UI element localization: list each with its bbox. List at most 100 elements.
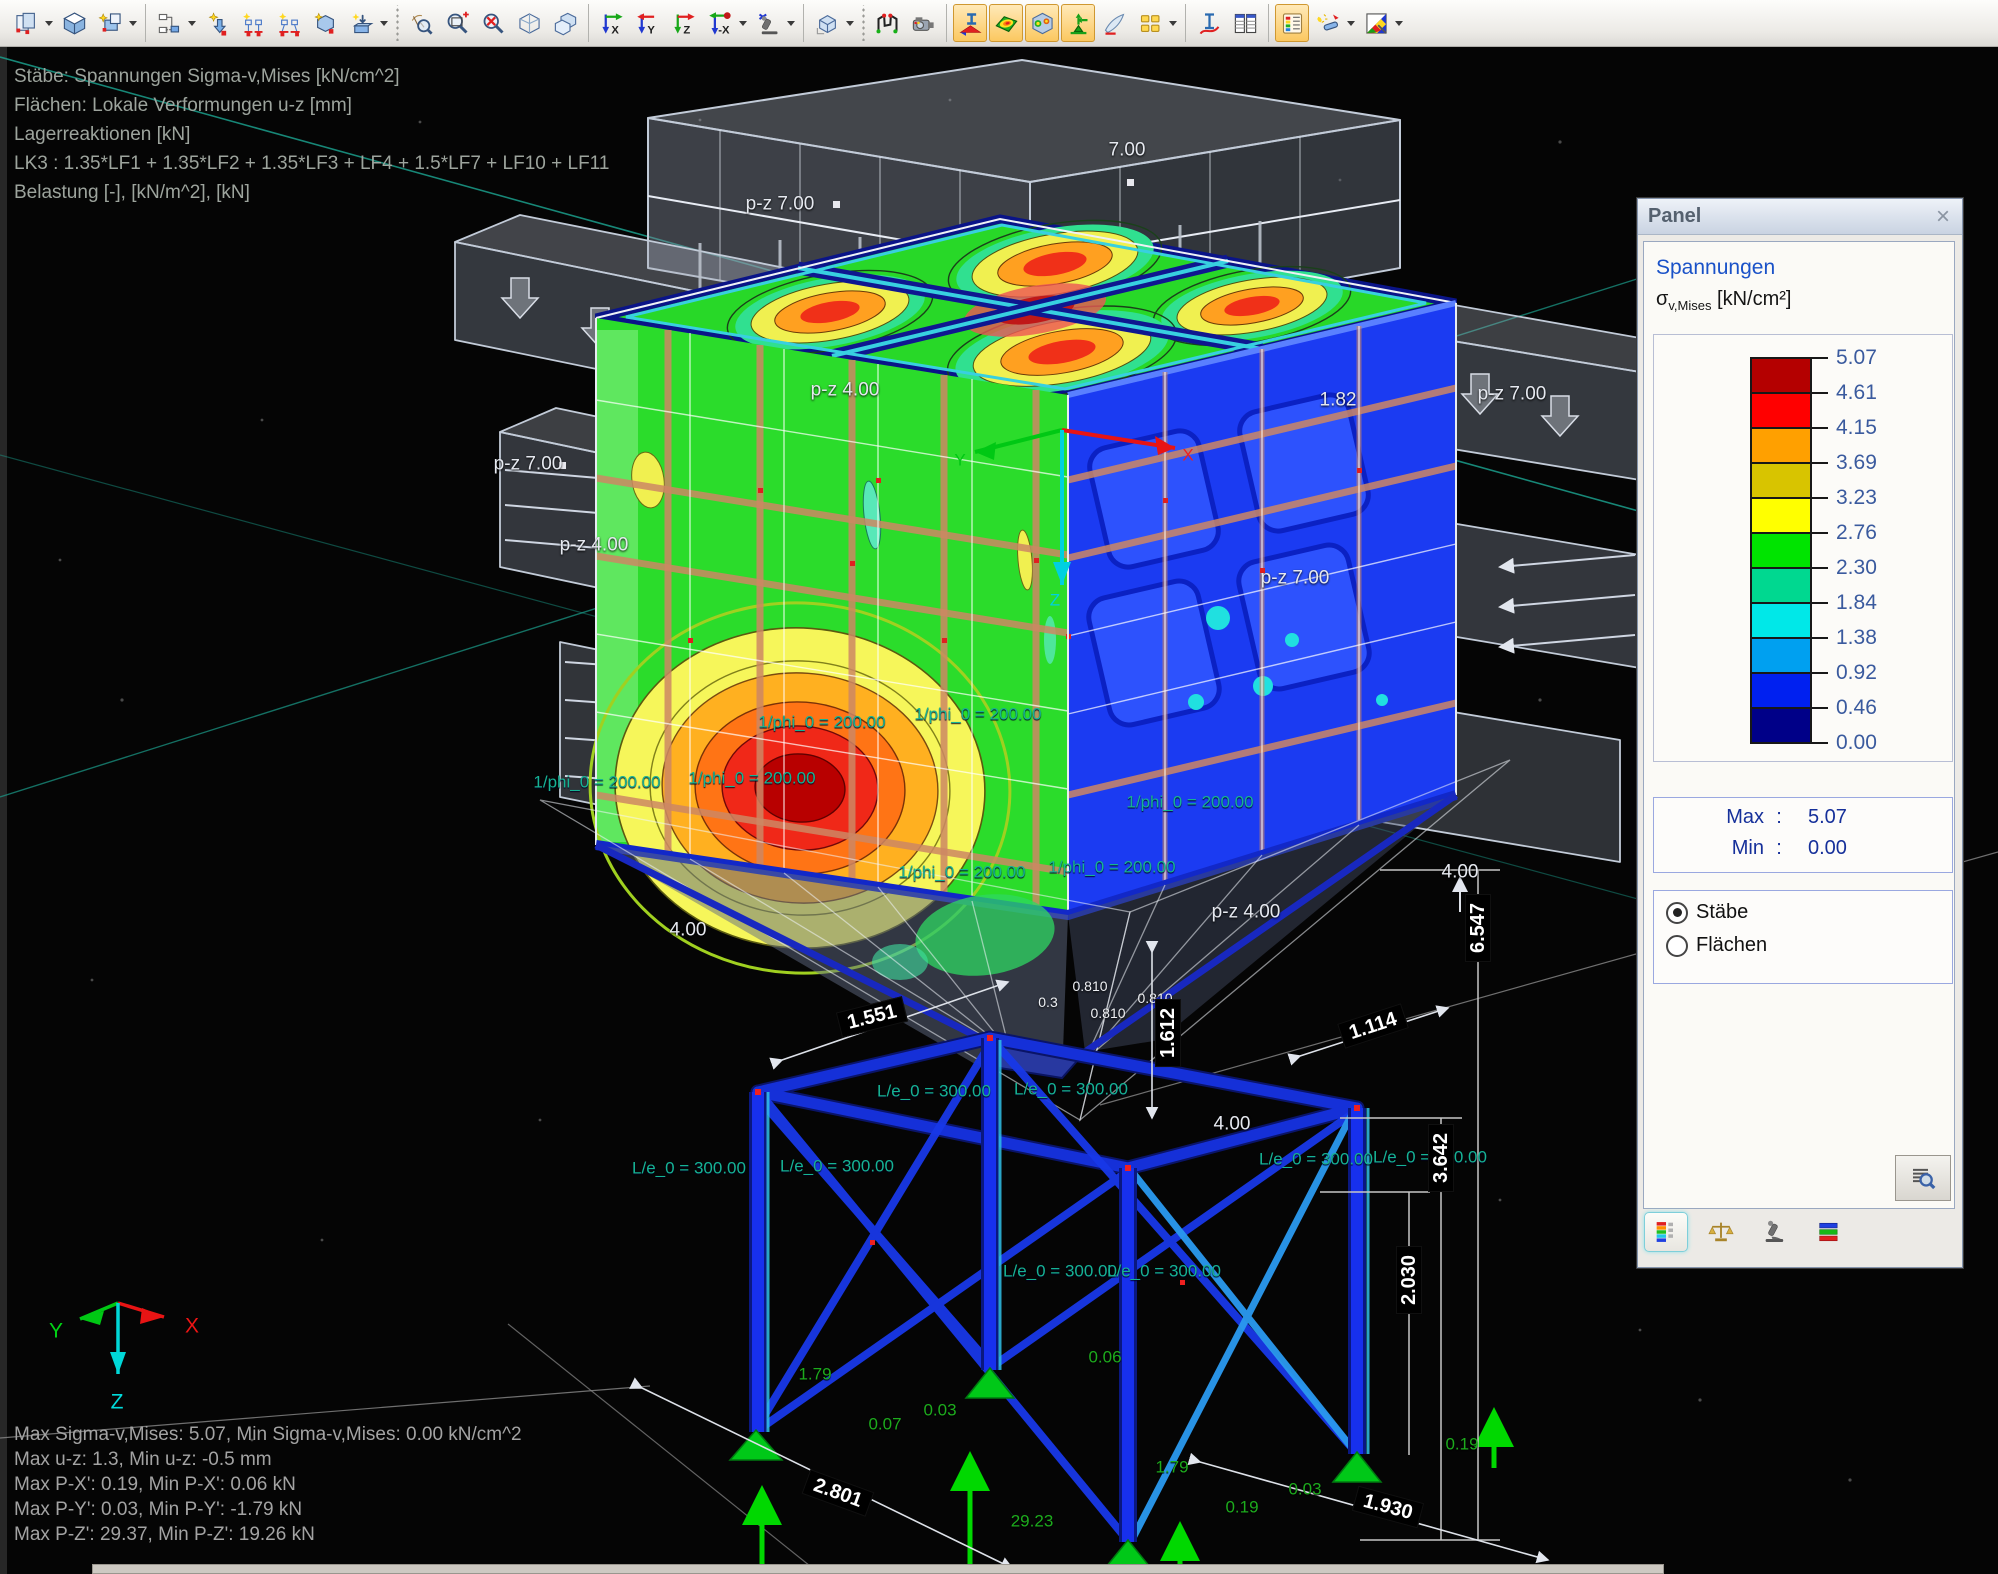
filter-tab[interactable] [1754, 1213, 1796, 1251]
view-minus-x-dropdown-arrow[interactable] [739, 21, 747, 26]
toolbar-drag-handle[interactable] [394, 5, 400, 41]
stress-diagram-icon [1196, 10, 1223, 37]
toolbar-separator [803, 4, 804, 42]
legend-color-cell [1752, 709, 1810, 742]
legend-tick-value: 3.23 [1836, 486, 1877, 510]
generate-loads-button[interactable] [200, 4, 234, 42]
generate-model-icon [312, 10, 339, 37]
control-panel-button[interactable] [1275, 4, 1309, 42]
toolbar-separator [145, 4, 146, 42]
import-loads-icon [348, 10, 375, 37]
regenerate-dropdown-arrow[interactable] [188, 21, 196, 26]
view-z-button[interactable]: Z [667, 4, 701, 42]
visibility-cube-dropdown-arrow[interactable] [846, 21, 854, 26]
pan-zoom-button[interactable] [404, 4, 438, 42]
radio-flchen[interactable]: Flächen [1666, 934, 1952, 957]
new-model-dropdown-arrow[interactable] [129, 21, 137, 26]
result-values-dropdown-arrow[interactable] [1169, 21, 1177, 26]
legend-color-cell [1752, 534, 1810, 569]
horizontal-scrollbar[interactable] [92, 1564, 1664, 1574]
overlay-line: Lagerreaktionen [kN] [14, 120, 609, 149]
view-isometric-icon [755, 10, 782, 37]
main-toolbar: X YZ-X [0, 0, 1998, 47]
results-surfaces-button[interactable] [989, 4, 1023, 42]
results-members-icon [957, 10, 984, 37]
results-panel: Panel × Spannungen σv,Mises [kN/cm²] 5.0… [1637, 198, 1963, 1268]
import-loads-button[interactable] [344, 4, 378, 42]
view-x-button[interactable]: X [595, 4, 629, 42]
legend-tick [1810, 462, 1828, 464]
legend-tick-value: 1.38 [1836, 626, 1877, 650]
svg-text:Y: Y [647, 24, 655, 36]
result-type-radios: Stäbe Flächen [1653, 890, 1953, 984]
result-values-button[interactable] [1133, 4, 1167, 42]
view-isometric-dropdown-arrow[interactable] [787, 21, 795, 26]
factors-tab[interactable] [1700, 1213, 1742, 1251]
support-frame [730, 1035, 1494, 1574]
results-smooth-icon [1101, 10, 1128, 37]
color-settings-button[interactable] [1359, 4, 1393, 42]
legend-color-cell [1752, 639, 1810, 674]
legend-tick-value: 0.46 [1836, 696, 1877, 720]
print-graphic-dropdown-arrow[interactable] [45, 21, 53, 26]
view-y-button[interactable]: Y [631, 4, 665, 42]
regenerate-button[interactable] [152, 4, 186, 42]
legend-tick [1810, 707, 1828, 709]
radio-stbe[interactable]: Stäbe [1666, 901, 1952, 924]
frame-deform-button[interactable] [870, 4, 904, 42]
new-model-button[interactable] [93, 4, 127, 42]
stress-diagram-button[interactable] [1192, 4, 1226, 42]
toolbar-separator [946, 4, 947, 42]
display-wand-icon [1315, 10, 1342, 37]
status-line: Max Sigma-v,Mises: 5.07, Min Sigma-v,Mis… [14, 1422, 522, 1447]
view-solids-button[interactable] [548, 4, 582, 42]
result-values-icon [1137, 10, 1164, 37]
legend-tick-value: 3.69 [1836, 451, 1877, 475]
color-legend: 5.074.614.153.693.232.762.301.841.380.92… [1653, 334, 1953, 762]
display-wand-button[interactable] [1311, 4, 1345, 42]
legend-tick [1810, 602, 1828, 604]
zoom-off-button[interactable] [476, 4, 510, 42]
display-tab[interactable] [1808, 1213, 1850, 1251]
legend-tick [1810, 427, 1828, 429]
view-isometric-button[interactable] [751, 4, 785, 42]
toolbar-drag-handle[interactable] [860, 5, 866, 41]
view-minus-x-button[interactable]: -X [703, 4, 737, 42]
close-icon[interactable]: × [1934, 207, 1952, 227]
radio-icon[interactable] [1666, 902, 1688, 924]
print-graphic-icon [13, 10, 40, 37]
result-tables-button[interactable] [1228, 4, 1262, 42]
details-magnifier-button[interactable] [1895, 1155, 1951, 1201]
legend-tick [1810, 497, 1828, 499]
legend-color-cell [1752, 429, 1810, 464]
overlay-line: Stäbe: Spannungen Sigma-v,Mises [kN/cm^2… [14, 62, 609, 91]
render-mode-button[interactable] [906, 4, 940, 42]
color-scale-tab[interactable] [1644, 1212, 1688, 1252]
convert-loads-a-button[interactable] [236, 4, 270, 42]
color-settings-dropdown-arrow[interactable] [1395, 21, 1403, 26]
overlay-line: LK3 : 1.35*LF1 + 1.35*LF2 + 1.35*LF3 + L… [14, 149, 609, 178]
display-wand-dropdown-arrow[interactable] [1347, 21, 1355, 26]
print-graphic-button[interactable] [9, 4, 43, 42]
status-line: Max u-z: 1.3, Min u-z: -0.5 mm [14, 1447, 522, 1472]
tab-displaybars-icon [1815, 1218, 1843, 1246]
panel-body: Spannungen σv,Mises [kN/cm²] 5.074.614.1… [1643, 241, 1955, 1209]
render-mode-icon [910, 10, 937, 37]
results-members-button[interactable] [953, 4, 987, 42]
panel-titlebar[interactable]: Panel × [1638, 199, 1962, 235]
zoom-window-icon [444, 10, 471, 37]
results-solids-button[interactable] [1025, 4, 1059, 42]
render-solid-button[interactable] [57, 4, 91, 42]
visibility-cube-button[interactable] [810, 4, 844, 42]
results-supports-button[interactable] [1061, 4, 1095, 42]
radio-icon[interactable] [1666, 935, 1688, 957]
results-smooth-button[interactable] [1097, 4, 1131, 42]
generate-model-button[interactable] [308, 4, 342, 42]
view-minus-x-icon: -X [707, 10, 734, 37]
details-magnifier-icon [1908, 1163, 1938, 1193]
import-loads-dropdown-arrow[interactable] [380, 21, 388, 26]
convert-loads-b-button[interactable] [272, 4, 306, 42]
view-wireframe-button[interactable] [512, 4, 546, 42]
zoom-window-button[interactable] [440, 4, 474, 42]
tab-colorscale-icon [1652, 1218, 1680, 1246]
